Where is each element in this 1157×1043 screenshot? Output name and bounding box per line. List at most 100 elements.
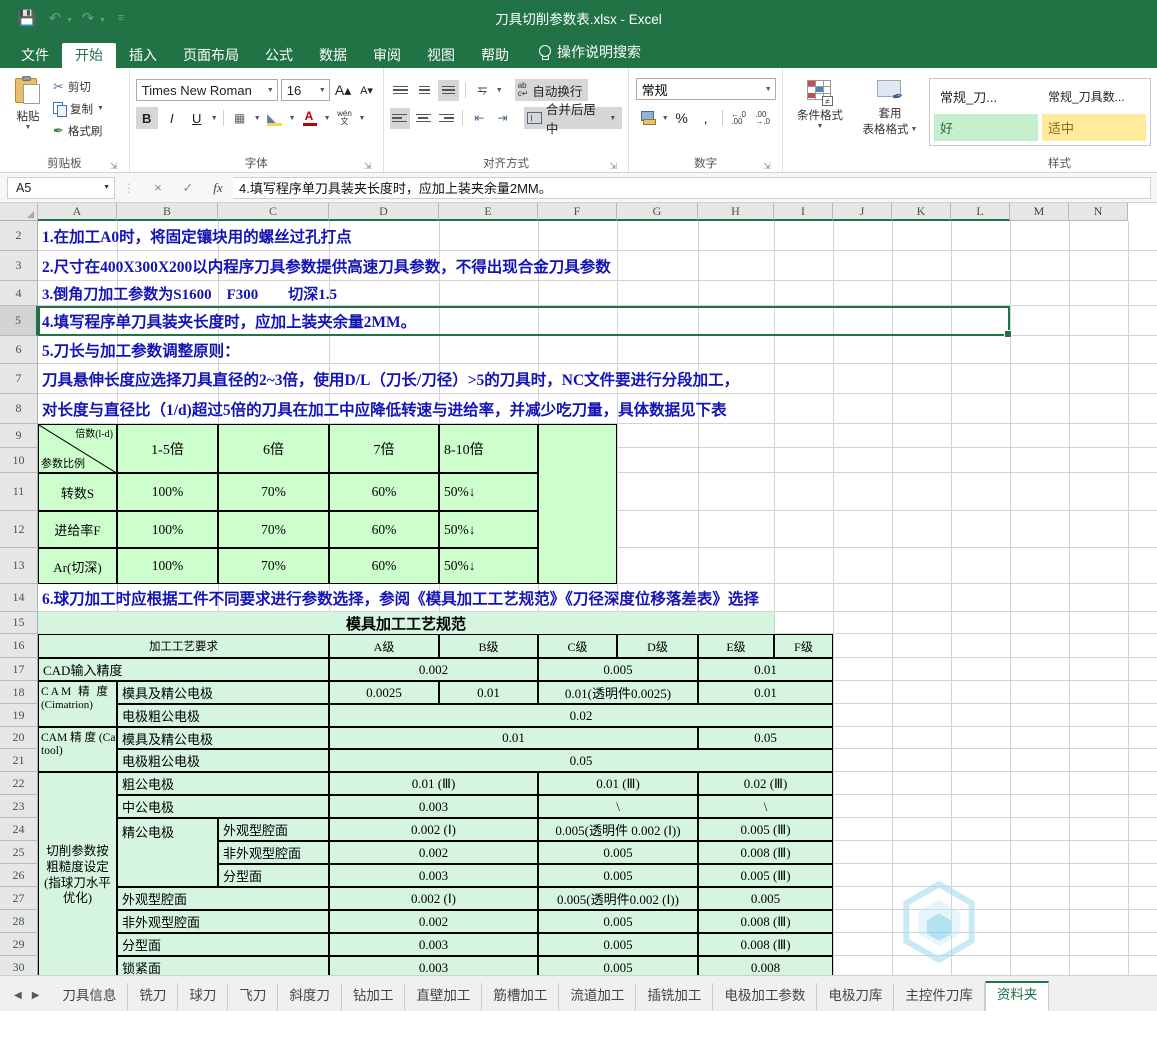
paste-dropdown-icon[interactable]: ▼ xyxy=(25,124,32,131)
ratio-cell-3-2[interactable]: 70% xyxy=(218,548,329,584)
spec-row-rough-v2[interactable]: 0.01 (Ⅲ) xyxy=(538,772,698,795)
spec-row-fine-2-v3[interactable]: 0.008 (Ⅲ) xyxy=(698,841,833,864)
row-header-23[interactable]: 23 xyxy=(0,795,38,818)
spec-row-cad-v2[interactable]: 0.005 xyxy=(538,658,698,681)
cell-style-neutral[interactable]: 适中 xyxy=(1042,114,1146,141)
align-right-button[interactable] xyxy=(436,108,456,129)
note-row-3[interactable]: 2.尺寸在400X300X200以内程序刀具参数提供高速刀具参数，不得出现合金刀… xyxy=(38,251,1010,281)
alignment-dialog-launcher[interactable]: ⇲ xyxy=(608,161,618,171)
undo-dropdown-icon[interactable]: ▼ xyxy=(66,17,73,24)
row-header-18[interactable]: 18 xyxy=(0,681,38,704)
spec-row-fine-l3-2[interactable]: 非外观型腔面 xyxy=(218,841,329,864)
spec-row-cam1-sub[interactable]: 模具及精公电极 xyxy=(117,681,329,704)
spec-row-cut-4-v3[interactable]: 0.008 xyxy=(698,956,833,975)
sheet-tab-资料夹[interactable]: 资料夹 xyxy=(984,980,1050,1011)
increase-font-size-button[interactable]: A▴ xyxy=(333,79,353,101)
spec-row-cam1b-sub[interactable]: 电极粗公电极 xyxy=(117,704,329,727)
spec-header-c[interactable]: C级 xyxy=(538,634,617,658)
sheet-tab-筋槽加工[interactable]: 筋槽加工 xyxy=(482,982,560,1011)
underline-dropdown-icon[interactable]: ▼ xyxy=(211,115,218,122)
spec-row-rough-sub[interactable]: 粗公电极 xyxy=(117,772,329,795)
row-header-14[interactable]: 14 xyxy=(0,584,38,612)
column-header-g[interactable]: G xyxy=(617,203,698,221)
align-bottom-button[interactable] xyxy=(437,79,459,101)
cell-style-normal-1[interactable]: 常规_刀... xyxy=(934,83,1038,110)
number-dialog-launcher[interactable]: ⇲ xyxy=(762,161,772,171)
save-icon[interactable]: 💾 xyxy=(14,6,40,30)
ratio-cell-1-3[interactable]: 60% xyxy=(329,473,439,511)
ratio-cell-3-3[interactable]: 60% xyxy=(329,548,439,584)
row-header-9[interactable]: 9 xyxy=(0,424,38,448)
cut-button[interactable]: ✂ 剪切 xyxy=(50,76,107,97)
note-row-6[interactable]: 5.刀长与加工参数调整原则： xyxy=(38,336,1010,364)
ribbon-tab-review[interactable]: 审阅 xyxy=(360,43,414,68)
column-header-c[interactable]: C xyxy=(218,203,329,221)
column-header-j[interactable]: J xyxy=(833,203,892,221)
row-header-19[interactable]: 19 xyxy=(0,704,38,727)
spec-row-cam1b-v1[interactable]: 0.02 xyxy=(329,704,833,727)
spec-row-cam2b-v1[interactable]: 0.05 xyxy=(329,749,833,772)
row-header-16[interactable]: 16 xyxy=(0,634,38,658)
spec-header-e[interactable]: E级 xyxy=(698,634,774,658)
undo-icon[interactable]: ↶ xyxy=(42,6,68,30)
sheet-tab-球刀[interactable]: 球刀 xyxy=(178,982,229,1011)
ratio-row-label-1[interactable]: 转数S xyxy=(38,473,117,511)
spec-row-cut-3-v1[interactable]: 0.003 xyxy=(329,933,538,956)
ratio-header-4[interactable]: 8-10倍 xyxy=(439,424,538,473)
column-header-b[interactable]: B xyxy=(117,203,218,221)
row-header-29[interactable]: 29 xyxy=(0,933,38,956)
row-header-10[interactable]: 10 xyxy=(0,448,38,473)
orientation-dropdown-icon[interactable]: ▼ xyxy=(496,87,503,94)
row-header-28[interactable]: 28 xyxy=(0,910,38,933)
increase-indent-button[interactable]: ⇥ xyxy=(492,108,512,129)
spec-row-fine-2-v1[interactable]: 0.002 xyxy=(329,841,538,864)
sheet-tab-电极刀库[interactable]: 电极刀库 xyxy=(817,982,895,1011)
conditional-format-dropdown-icon[interactable]: ▼ xyxy=(817,123,824,130)
spec-row-fine-3-v2[interactable]: 0.005 xyxy=(538,864,698,887)
spec-row-cad-v3[interactable]: 0.01 xyxy=(698,658,833,681)
spec-row-cut-4-v1[interactable]: 0.003 xyxy=(329,956,538,975)
spec-row-fine-1-v3[interactable]: 0.005 (Ⅲ) xyxy=(698,818,833,841)
spec-row-cam2-sub[interactable]: 模具及精公电极 xyxy=(117,727,329,749)
underline-button[interactable]: U xyxy=(186,107,208,129)
paste-button[interactable]: 粘贴 ▼ xyxy=(6,72,50,156)
row-header-21[interactable]: 21 xyxy=(0,749,38,772)
confirm-edit-button[interactable]: ✓ xyxy=(173,180,203,196)
redo-icon[interactable]: ↷ xyxy=(75,6,101,30)
sheet-tab-直壁加工[interactable]: 直壁加工 xyxy=(405,982,483,1011)
sheet-tab-插铣加工[interactable]: 插铣加工 xyxy=(636,982,714,1011)
font-color-dropdown-icon[interactable]: ▼ xyxy=(324,115,331,122)
spec-row-cut-3-v3[interactable]: 0.008 (Ⅲ) xyxy=(698,933,833,956)
font-color-button[interactable]: A xyxy=(299,107,321,129)
ribbon-tab-file[interactable]: 文件 xyxy=(8,43,62,68)
row-header-6[interactable]: 6 xyxy=(0,336,38,364)
spec-row-mid-v3[interactable]: \ xyxy=(698,795,833,818)
spec-row-cut-3-v2[interactable]: 0.005 xyxy=(538,933,698,956)
spec-row-mid-v2[interactable]: \ xyxy=(538,795,698,818)
sheet-tab-铣刀[interactable]: 铣刀 xyxy=(128,982,179,1011)
column-header-n[interactable]: N xyxy=(1069,203,1128,221)
column-header-h[interactable]: H xyxy=(698,203,774,221)
spec-row-cam2-v2[interactable]: 0.05 xyxy=(698,727,833,749)
note-row-2[interactable]: 1.在加工A0时，将固定镶块用的螺丝过孔打点 xyxy=(38,221,1010,251)
column-header-e[interactable]: E xyxy=(439,203,538,221)
spec-row-mid-v1[interactable]: 0.003 xyxy=(329,795,538,818)
column-header-i[interactable]: I xyxy=(774,203,833,221)
ratio-cell-2-4[interactable]: 50%↓ xyxy=(439,511,538,548)
spec-row-fine-3-v1[interactable]: 0.003 xyxy=(329,864,538,887)
select-all-corner[interactable] xyxy=(0,203,38,221)
note-row-4[interactable]: 3.倒角刀加工参数为S1600 F300 切深1.5 xyxy=(38,281,1010,306)
cell-style-good[interactable]: 好 xyxy=(934,114,1038,141)
row-header-4[interactable]: 4 xyxy=(0,281,38,306)
row-header-30[interactable]: 30 xyxy=(0,956,38,975)
format-painter-button[interactable]: ✒ 格式刷 xyxy=(50,120,107,141)
ratio-row-label-2[interactable]: 进给率F xyxy=(38,511,117,548)
note-row-14[interactable]: 6.球刀加工时应根据工件不同要求进行参数选择，参阅《模具加工工艺规范》《刀径深度… xyxy=(38,584,1010,612)
row-header-25[interactable]: 25 xyxy=(0,841,38,864)
ratio-header-2[interactable]: 6倍 xyxy=(218,424,329,473)
percent-format-button[interactable]: % xyxy=(671,107,693,129)
spec-row-cad-v1[interactable]: 0.002 xyxy=(329,658,538,681)
orientation-button[interactable]: ⥧ xyxy=(472,80,493,101)
decrease-decimal-button[interactable]: .00 →.0 xyxy=(752,107,774,129)
spec-header-d[interactable]: D级 xyxy=(617,634,698,658)
